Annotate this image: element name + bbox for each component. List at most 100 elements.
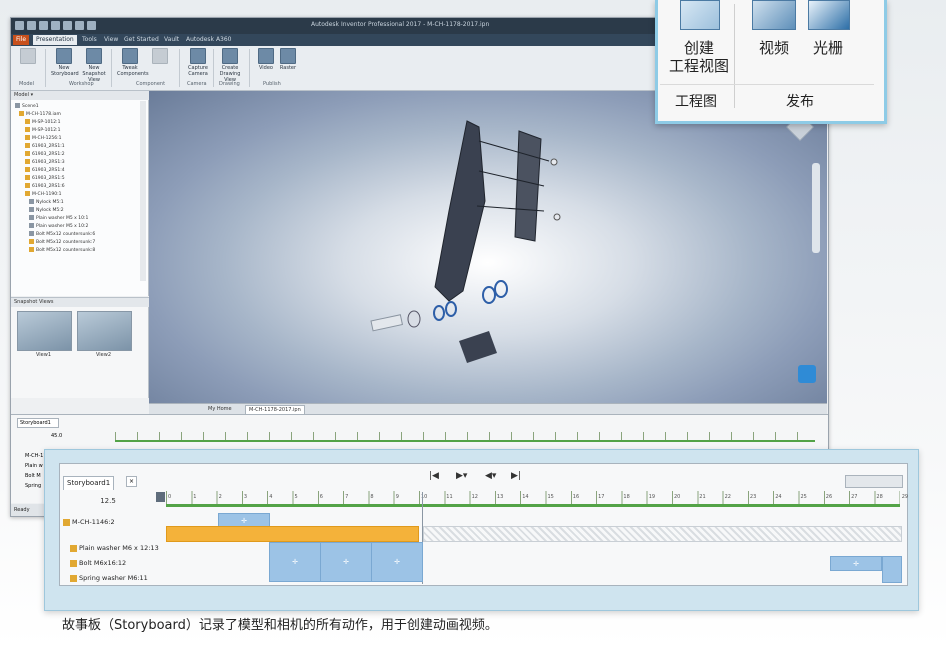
tab-a360[interactable]: Autodesk A360 <box>183 35 235 45</box>
tree-item[interactable]: Bolt M5x12 countersunk:8 <box>29 247 95 253</box>
storyboard-icon <box>56 48 72 64</box>
ribbon-group-divider <box>660 84 874 85</box>
group-label-publish: Publish <box>263 81 281 87</box>
tree-item[interactable]: Plain washer M5 x 10:2 <box>29 223 88 229</box>
current-time-field[interactable]: 12.5 <box>63 494 153 508</box>
snapshot-thumbnail-view1[interactable] <box>17 311 72 351</box>
tree-item[interactable]: 61903_2RS1:1 <box>25 143 65 149</box>
new-file-icon[interactable] <box>27 21 36 30</box>
home-icon[interactable] <box>87 21 96 30</box>
tab-file[interactable]: File <box>13 35 30 45</box>
document-tab-bar: My Home M-CH-1178-2017.ipn <box>149 403 827 414</box>
steering-wheel-icon[interactable] <box>798 365 816 383</box>
graphics-viewport[interactable] <box>149 91 827 403</box>
create-drawing-view-button[interactable]: Create Drawing View <box>217 48 243 83</box>
timeline-ruler[interactable] <box>166 491 900 507</box>
storyboard-tab[interactable]: Storyboard1 <box>17 418 59 428</box>
raster-icon <box>280 48 296 64</box>
tab-document[interactable]: M-CH-1178-2017.ipn <box>245 405 305 414</box>
action-bar[interactable]: ✛ <box>269 542 321 582</box>
tree-item[interactable]: 61903_2RS1:2 <box>25 151 65 157</box>
tree-item[interactable]: 61903_2RS1:4 <box>25 167 65 173</box>
tree-item[interactable]: Bolt M5x12 countersunk:6 <box>29 231 95 237</box>
window-title: Autodesk Inventor Professional 2017 - M-… <box>311 21 490 28</box>
snapshot-views-pane: Snapshot Views View1 View2 <box>11 297 151 398</box>
navigation-bar[interactable] <box>812 163 820 253</box>
new-storyboard-button[interactable]: New Storyboard <box>51 48 79 77</box>
tab-vault[interactable]: Vault <box>161 35 182 45</box>
ribbon-separator <box>179 49 180 87</box>
tab-tools[interactable]: Tools <box>79 35 100 45</box>
tree-item[interactable]: Scene1 <box>15 103 39 109</box>
create-drawing-view-icon[interactable] <box>680 0 720 30</box>
group-label-camera: Camera <box>187 81 207 87</box>
camera-action-bar[interactable] <box>166 526 419 542</box>
timeline-zoom-controls[interactable] <box>845 475 903 488</box>
track-row[interactable]: M-CH-1146:2 <box>63 518 155 526</box>
track-row[interactable]: Bolt M6x16:12 <box>70 559 162 567</box>
component-icon <box>63 518 70 526</box>
raster-label[interactable]: 光栅 <box>806 39 850 57</box>
part-icon <box>29 215 34 220</box>
tree-item[interactable]: M-SP-1012:1 <box>25 119 60 125</box>
snapshot-thumbnail-view2[interactable] <box>77 311 132 351</box>
tree-item[interactable]: 61903_2RS1:3 <box>25 159 65 165</box>
raster-icon[interactable] <box>808 0 850 30</box>
save-icon[interactable] <box>51 21 60 30</box>
filter-icon[interactable] <box>156 492 165 502</box>
tree-item[interactable]: Nylock M5:2 <box>29 207 64 213</box>
action-bar[interactable]: ✛ <box>830 556 882 571</box>
new-snapshot-button[interactable]: New Snapshot View <box>81 48 107 83</box>
opacity-button[interactable] <box>147 48 173 65</box>
tree-item[interactable]: 61903_2RS1:6 <box>25 183 65 189</box>
undo-icon[interactable] <box>63 21 72 30</box>
storyboard-tab[interactable]: Storyboard1 <box>63 476 115 490</box>
timeline-tick-label: 14 <box>522 494 529 500</box>
track-row[interactable]: Plain washer M6 x 12:13 <box>70 544 162 552</box>
track-label[interactable]: Plain w <box>25 463 43 469</box>
tree-item[interactable]: M-CH-1190:1 <box>25 191 62 197</box>
capture-camera-button[interactable]: Capture Camera <box>185 48 211 77</box>
action-bar[interactable] <box>882 556 902 583</box>
track-label[interactable]: Bolt M <box>25 473 41 479</box>
create-drawing-view-label[interactable]: 创建 工程视图 <box>664 39 734 75</box>
timeline-tick-label: 23 <box>749 494 757 500</box>
tree-item[interactable]: M-CH-1256:1 <box>25 135 62 141</box>
tweak-components-button[interactable]: Tweak Components <box>117 48 149 77</box>
tab-my-home[interactable]: My Home <box>205 405 235 413</box>
browser-scrollbar[interactable] <box>140 101 146 281</box>
tab-view[interactable]: View <box>101 35 121 45</box>
action-bar[interactable]: ✛ <box>371 542 423 582</box>
tree-item[interactable]: Bolt M5x12 countersunk:7 <box>29 239 95 245</box>
go-to-end-button[interactable]: ▶| <box>511 471 521 481</box>
raster-button[interactable]: Raster <box>275 48 301 71</box>
storyboard-panel-zoomed: Storyboard1 × |◀ ▶▾ ◀▾ ▶| 12.5 012345678… <box>59 463 908 586</box>
insert-model-button[interactable] <box>15 48 41 65</box>
action-bar[interactable]: ✛ <box>320 542 372 582</box>
play-forward-button[interactable]: ▶▾ <box>456 471 467 481</box>
app-menu-icon[interactable] <box>15 21 24 30</box>
tab-presentation[interactable]: Presentation <box>33 35 77 45</box>
close-icon[interactable]: × <box>126 476 137 487</box>
tab-get-started[interactable]: Get Started <box>121 35 162 45</box>
timeline-tick-label: 3 <box>243 494 248 500</box>
timeline-ruler[interactable] <box>115 432 815 442</box>
part-icon <box>25 191 30 196</box>
track-label[interactable]: Spring <box>25 483 41 489</box>
tree-item[interactable]: 61903_2RS1:5 <box>25 175 65 181</box>
video-label[interactable]: 视频 <box>752 39 796 57</box>
track-row[interactable]: Spring washer M6:11 <box>70 574 162 582</box>
redo-icon[interactable] <box>75 21 84 30</box>
tree-item[interactable]: Nylock M5:1 <box>29 199 64 205</box>
go-to-start-button[interactable]: |◀ <box>429 471 439 481</box>
part-icon <box>29 207 34 212</box>
play-reverse-button[interactable]: ◀▾ <box>485 471 496 481</box>
tree-item[interactable]: Plain washer M5 x 10:1 <box>29 215 88 221</box>
timeline-tick-label: 17 <box>598 494 605 500</box>
video-icon[interactable] <box>752 0 796 30</box>
open-file-icon[interactable] <box>39 21 48 30</box>
assembly-icon <box>19 111 24 116</box>
tree-item[interactable]: M-CH-1178.iam <box>19 111 61 117</box>
tree-item[interactable]: M-SP-1012:1 <box>25 127 60 133</box>
browser-header[interactable]: Model ▾ <box>11 91 151 100</box>
